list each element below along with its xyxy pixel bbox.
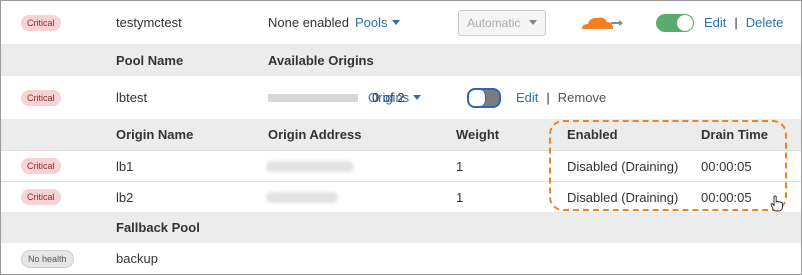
chevron-down-icon	[529, 20, 537, 25]
origin-drain-time: 00:00:05	[701, 189, 752, 205]
origin-drain-time: 00:00:05	[701, 158, 752, 174]
health-badge: Critical	[21, 14, 61, 31]
pool-toggle[interactable]	[467, 87, 501, 108]
notification-status: None enabled	[268, 15, 349, 30]
origin-weight: 1	[456, 189, 464, 205]
enabled-header: Enabled	[567, 127, 618, 142]
toggle-knob	[677, 14, 693, 31]
origin-weight: 1	[456, 158, 464, 174]
fallback-pool-name: backup	[116, 251, 158, 266]
pools-dropdown-label: Pools	[354, 15, 388, 30]
health-badge: Critical	[21, 89, 61, 106]
delete-load-balancer-link[interactable]: Delete	[746, 15, 784, 30]
origin-name: lb2	[116, 189, 134, 205]
redacted-origin-address	[266, 160, 354, 172]
pool-row: Critical lbtest 0 of 2 Origins Edit | Re…	[1, 76, 801, 119]
chevron-down-icon	[391, 20, 400, 25]
weight-header: Weight	[456, 127, 500, 142]
pools-dropdown[interactable]: Pools	[355, 15, 400, 30]
origins-dropdown-label: Origins	[368, 90, 410, 105]
redacted-origin-address	[266, 191, 338, 203]
health-badge: No health	[21, 249, 74, 268]
cloud-proxy-icon	[582, 17, 623, 29]
fallback-pool-header-label: Fallback Pool	[116, 220, 200, 235]
health-badge: Critical	[21, 189, 61, 205]
steering-select[interactable]: Automatic	[458, 9, 546, 36]
origins-health-bar	[268, 93, 358, 102]
pool-name: lbtest	[116, 90, 148, 105]
separator: |	[734, 15, 738, 30]
steering-select-value: Automatic	[467, 15, 521, 30]
health-badge: Critical	[21, 158, 61, 174]
edit-load-balancer-link[interactable]: Edit	[704, 15, 726, 30]
fallback-pool-row: No health backup	[1, 243, 801, 274]
available-origins-header: Available Origins	[268, 52, 374, 68]
origin-enabled-status: Disabled (Draining)	[567, 189, 679, 205]
origin-name: lb1	[116, 158, 134, 174]
pool-name-header: Pool Name	[116, 52, 184, 68]
origin-row: Critical lb1 1 Disabled (Draining) 00:00…	[1, 150, 801, 181]
origin-address-header: Origin Address	[268, 127, 362, 142]
edit-pool-link[interactable]: Edit	[516, 90, 538, 105]
drain-time-header: Drain Time	[701, 127, 768, 142]
remove-pool-link[interactable]: Remove	[558, 90, 606, 105]
hand-cursor-icon	[770, 195, 783, 212]
origin-row: Critical lb2 1 Disabled (Draining) 00:00…	[1, 181, 801, 212]
load-balancer-name: testymctest	[116, 15, 182, 30]
pool-table-header: Pool Name Available Origins	[1, 44, 801, 76]
load-balancer-toggle[interactable]	[656, 13, 694, 32]
origins-dropdown[interactable]: Origins	[368, 90, 422, 105]
origin-table-header: Origin Name Origin Address Weight Enable…	[1, 119, 801, 150]
load-balancer-row: Critical testymctest None enabled Pools …	[1, 1, 801, 44]
origin-enabled-status: Disabled (Draining)	[567, 158, 679, 174]
toggle-knob	[469, 89, 486, 106]
fallback-pool-header: Fallback Pool	[1, 212, 801, 243]
load-balancer-panel: Critical testymctest None enabled Pools …	[0, 0, 802, 275]
chevron-down-icon	[413, 95, 422, 100]
origin-name-header: Origin Name	[116, 127, 194, 142]
separator: |	[546, 90, 550, 105]
